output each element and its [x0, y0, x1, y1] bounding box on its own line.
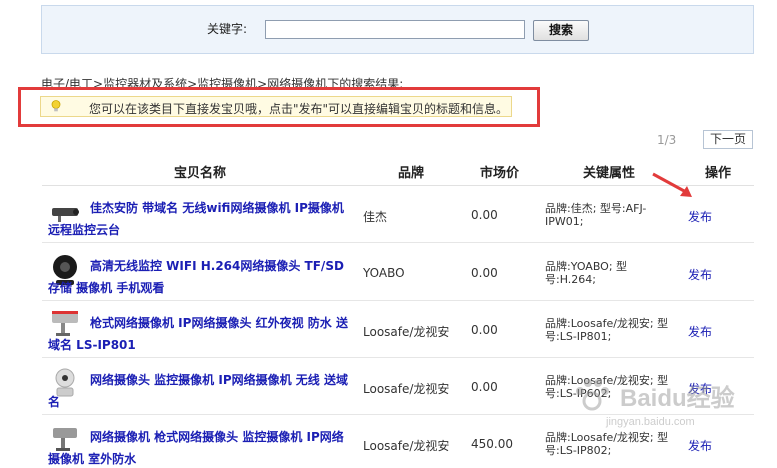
search-button[interactable]: 搜索 — [533, 20, 589, 41]
table-row: 佳杰安防 带域名 无线wifi网络摄像机 IP摄像机 远程监控云台 佳杰 0.0… — [42, 186, 754, 243]
table-row: 枪式网络摄像机 IP网络摄像头 红外夜视 防水 送域名 LS-IP801 Loo… — [42, 301, 754, 358]
header-operation: 操作 — [705, 166, 732, 181]
price-cell: 0.00 — [471, 266, 498, 280]
brand-cell: YOABO — [363, 266, 405, 280]
keyword-input[interactable] — [265, 20, 525, 39]
attributes-cell: 品牌:佳杰; 型号:AFJ-IPW01; — [545, 202, 647, 228]
lightbulb-icon — [51, 100, 61, 112]
red-arrow-annotation — [652, 172, 692, 197]
brand-cell: 佳杰 — [363, 210, 388, 224]
tip-text: 您可以在该类目下直接发宝贝哦，点击"发布"可以直接编辑宝贝的标题和信息。 — [89, 102, 509, 116]
next-page-button[interactable]: 下一页 — [703, 130, 753, 149]
table-header: 宝贝名称 品牌 市场价 关键属性 操作 — [42, 154, 754, 186]
publish-link[interactable]: 发布 — [688, 208, 712, 225]
page-indicator: 1/3 — [657, 133, 677, 147]
product-title-link[interactable]: 高清无线监控 WIFI H.264网络摄像头 TF/SD存储 摄像机 手机观看 — [48, 255, 353, 299]
publish-link[interactable]: 发布 — [688, 323, 712, 340]
attributes-cell: 品牌:YOABO; 型号:H.264; — [545, 260, 628, 286]
product-title-link[interactable]: 佳杰安防 带域名 无线wifi网络摄像机 IP摄像机 远程监控云台 — [48, 197, 353, 241]
header-name: 宝贝名称 — [174, 166, 227, 181]
tip-box: 您可以在该类目下直接发宝贝哦，点击"发布"可以直接编辑宝贝的标题和信息。 — [40, 96, 512, 117]
publish-link[interactable]: 发布 — [688, 266, 712, 283]
brand-cell: Loosafe/龙视安 — [363, 382, 450, 396]
product-title-link[interactable]: 网络摄像头 监控摄像机 IP网络摄像机 无线 送域名 — [48, 369, 353, 413]
price-cell: 450.00 — [471, 437, 513, 451]
price-cell: 0.00 — [471, 380, 498, 394]
brand-cell: Loosafe/龙视安 — [363, 439, 450, 453]
search-panel: 关键字: 搜索 — [41, 5, 754, 54]
header-attributes: 关键属性 — [583, 166, 636, 181]
brand-cell: Loosafe/龙视安 — [363, 325, 450, 339]
watermark-url: jingyan.baidu.com — [606, 416, 695, 428]
baidu-watermark: Baidu经验 jingyan.baidu.com — [566, 375, 746, 440]
attributes-cell: 品牌:Loosafe/龙视安; 型号:LS-IP801; — [545, 317, 669, 343]
price-cell: 0.00 — [471, 208, 498, 222]
paw-icon — [576, 379, 609, 411]
price-cell: 0.00 — [471, 323, 498, 337]
product-title-link[interactable]: 枪式网络摄像机 IP网络摄像头 红外夜视 防水 送域名 LS-IP801 — [48, 312, 353, 356]
table-row: 高清无线监控 WIFI H.264网络摄像头 TF/SD存储 摄像机 手机观看 … — [42, 244, 754, 301]
product-title-link[interactable]: 网络摄像机 枪式网络摄像头 监控摄像机 IP网络摄像机 室外防水 — [48, 426, 353, 468]
header-price: 市场价 — [480, 166, 520, 181]
watermark-text: Baidu经验 — [620, 385, 735, 412]
header-brand: 品牌 — [398, 166, 425, 181]
keyword-label: 关键字: — [207, 22, 248, 36]
